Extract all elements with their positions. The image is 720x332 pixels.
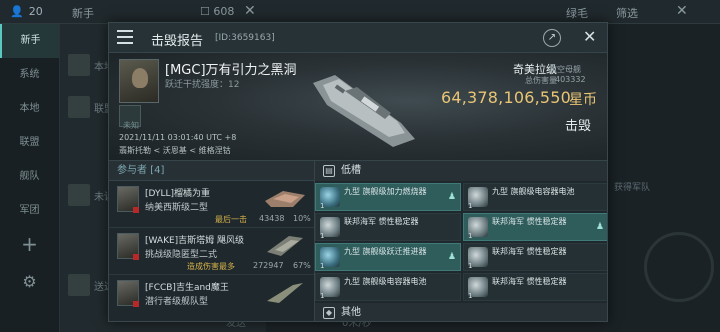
hostile-flag-icon bbox=[133, 207, 139, 213]
attacker-row[interactable]: [DYLL]榴橘为重 纳美西斯级二型 最后一击 43438 10% bbox=[109, 181, 314, 228]
window-title: 击毁报告 bbox=[151, 34, 204, 49]
other-header[interactable]: ◆ 其他 bbox=[315, 303, 607, 321]
plus-icon[interactable]: + bbox=[0, 232, 59, 256]
isk-unit: 星币 bbox=[569, 92, 597, 108]
module-name: 联邦海军 惯性稳定器 bbox=[492, 277, 567, 286]
close-icon[interactable]: ✕ bbox=[583, 27, 596, 46]
low-slot-icon: ▤ bbox=[323, 165, 335, 177]
sidebar-item-alliance[interactable]: 联盟 bbox=[0, 126, 59, 160]
kill-time: 2021/11/11 03:01:40 UTC +8 bbox=[119, 133, 237, 142]
gear-icon[interactable]: ⚙ bbox=[0, 272, 59, 291]
attacker-percent: 67% bbox=[293, 261, 311, 270]
channel-name[interactable]: 新手 bbox=[72, 5, 94, 21]
side-hint: 获得军队 bbox=[614, 183, 651, 193]
pilot-icon: ♟ bbox=[595, 222, 604, 232]
attacker-ship-image bbox=[267, 283, 303, 303]
module-slot[interactable]: 1 九型 旗舰级加力燃烧器 ♟ bbox=[315, 183, 461, 211]
attacker-ship-image bbox=[265, 191, 305, 207]
sidebar-item-local[interactable]: 本地 bbox=[0, 92, 59, 126]
participants-header: 参与者 [4] bbox=[109, 161, 314, 181]
killmail-header: 击毁报告 [ID:3659163] ↗ ✕ bbox=[109, 23, 607, 53]
corp-label: 未知 bbox=[123, 121, 139, 130]
attacker-name: [WAKE]吉斯塔姆 飓风级 bbox=[145, 236, 245, 246]
module-slot[interactable]: 1 联邦海军 惯性稳定器 bbox=[315, 213, 461, 241]
attacker-percent: 10% bbox=[293, 214, 311, 223]
pilot-portrait[interactable] bbox=[119, 59, 159, 103]
attacker-name: [DYLL]榴橘为重 bbox=[145, 189, 210, 199]
close-icon[interactable]: ✕ bbox=[244, 3, 256, 19]
total-damage-label: 总伤害量 bbox=[525, 76, 557, 85]
attacker-row[interactable]: [WAKE]吉斯塔姆 飓风级 挑战级隐匿型二式 造成伤害最多 272947 67… bbox=[109, 228, 314, 275]
pilot-icon: ♟ bbox=[447, 192, 456, 202]
sidebar-item-newbie[interactable]: 新手 bbox=[0, 24, 59, 58]
module-slot[interactable]: 1 九型 旗舰级跃迁推进器 ♟ bbox=[315, 243, 461, 271]
attacker-name: [FCCB]吉生and魔王 bbox=[145, 283, 229, 293]
fitting-panel: ▤ 低槽 1 九型 旗舰级加力燃烧器 ♟ 1 九型 旗舰级电容器电池 1 联邦海… bbox=[315, 161, 607, 321]
attacker-ship: 挑战级隐匿型二式 bbox=[145, 250, 218, 260]
pilot-icon: ♟ bbox=[447, 252, 456, 262]
member-count: ☐ 608 bbox=[200, 5, 235, 18]
total-damage-value: 403332 bbox=[555, 75, 586, 84]
avatar bbox=[68, 184, 90, 206]
background-topbar: 👤 20 新手 ☐ 608 ✕ 绿毛 筛选 ✕ bbox=[0, 0, 720, 24]
menu-icon[interactable] bbox=[117, 30, 133, 44]
attacker-ship-image bbox=[267, 236, 303, 256]
killmail-window: 击毁报告 [ID:3659163] ↗ ✕ [MGC]万有引力之黑洞 跃迁干扰强… bbox=[108, 22, 608, 322]
ship-class: 航空母舰 bbox=[549, 65, 581, 74]
radar-ring bbox=[644, 232, 714, 302]
sidebar-item-corp[interactable]: 军团 bbox=[0, 194, 59, 228]
chat-sidebar: 新手 系统 本地 联盟 舰队 军团 + ⚙ bbox=[0, 24, 60, 332]
kill-status: 击毁 bbox=[565, 119, 592, 134]
module-slot[interactable]: 1 九型 旗舰级电容器电池 bbox=[463, 183, 607, 211]
attacker-ship: 潜行者级舰队型 bbox=[145, 297, 209, 307]
module-name: 联邦海军 惯性稳定器 bbox=[344, 217, 419, 226]
top-damage-tag: 造成伤害最多 bbox=[187, 262, 235, 271]
attacker-ship: 纳美西斯级二型 bbox=[145, 203, 209, 213]
module-slot[interactable]: 1 九型 旗舰级电容器电池 bbox=[315, 273, 461, 301]
person-icon: 👤 bbox=[10, 5, 24, 18]
kill-location[interactable]: 翡斯托勒 < 沃恩基 < 维格涅钴 bbox=[119, 145, 231, 156]
avatar bbox=[68, 54, 90, 76]
module-name: 联邦海军 惯性稳定器 bbox=[492, 247, 567, 256]
sidebar-item-fleet[interactable]: 舰队 bbox=[0, 160, 59, 194]
hostile-flag-icon bbox=[133, 301, 139, 307]
attacker-row[interactable]: [FCCB]吉生and魔王 潜行者级舰队型 bbox=[109, 275, 314, 321]
module-name: 九型 旗舰级加力燃烧器 bbox=[344, 187, 427, 196]
module-name: 联邦海军 惯性稳定器 bbox=[492, 217, 567, 226]
isk-value: 64,378,106,550 bbox=[441, 88, 572, 107]
user-level[interactable]: 👤 20 bbox=[10, 5, 43, 18]
share-icon[interactable]: ↗ bbox=[543, 29, 561, 47]
final-blow-tag: 最后一击 bbox=[215, 215, 247, 224]
right-tab-label[interactable]: 绿毛 bbox=[566, 5, 588, 21]
cube-icon: ◆ bbox=[323, 307, 335, 319]
pilot-subtitle: 跃迁干扰强度：12 bbox=[165, 80, 240, 90]
module-name: 九型 旗舰级跃迁推进器 bbox=[344, 247, 427, 256]
attacker-damage: 43438 bbox=[259, 214, 285, 223]
avatar bbox=[68, 96, 90, 118]
sidebar-item-system[interactable]: 系统 bbox=[0, 58, 59, 92]
module-name: 九型 旗舰级电容器电池 bbox=[492, 187, 575, 196]
avatar bbox=[68, 274, 90, 296]
module-slot[interactable]: 1 联邦海军 惯性稳定器 bbox=[463, 243, 607, 271]
module-name: 九型 旗舰级电容器电池 bbox=[344, 277, 427, 286]
low-slot-header[interactable]: ▤ 低槽 bbox=[315, 161, 607, 181]
pilot-name[interactable]: [MGC]万有引力之黑洞 bbox=[165, 59, 297, 78]
hostile-flag-icon bbox=[133, 254, 139, 260]
attacker-damage: 272947 bbox=[253, 261, 284, 270]
ship-image bbox=[313, 75, 415, 147]
close-icon[interactable]: ✕ bbox=[676, 3, 688, 19]
module-slot[interactable]: 1 联邦海军 惯性稳定器 ♟ bbox=[463, 213, 607, 241]
module-slot[interactable]: 1 联邦海军 惯性稳定器 bbox=[463, 273, 607, 301]
victim-banner: [MGC]万有引力之黑洞 跃迁干扰强度：12 未知 2021/11/11 03:… bbox=[109, 53, 607, 161]
participants-panel: 参与者 [4] [DYLL]榴橘为重 纳美西斯级二型 最后一击 43438 10… bbox=[109, 161, 315, 321]
killmail-id[interactable]: [ID:3659163] bbox=[215, 33, 275, 43]
filter-button[interactable]: 筛选 bbox=[616, 5, 638, 21]
